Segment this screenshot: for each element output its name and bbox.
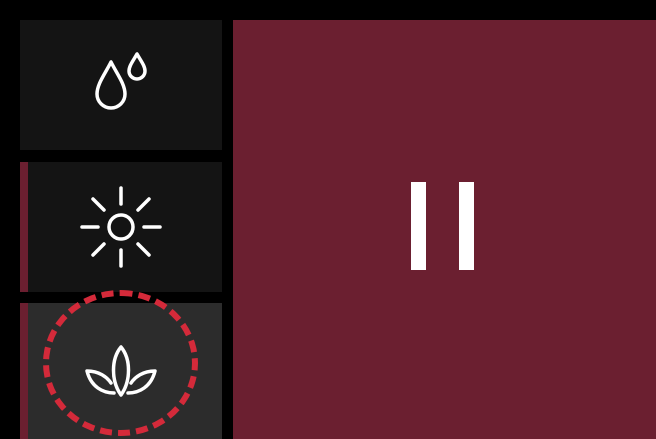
water-drops-icon [91,50,151,120]
lotus-icon [81,341,161,401]
pause-button[interactable] [233,20,656,439]
water-mode-button[interactable] [20,20,222,150]
accent-bar [20,162,28,292]
lotus-mode-button[interactable] [20,303,222,439]
accent-bar [20,303,28,439]
sun-icon [78,184,164,270]
pause-icon [411,182,475,270]
app-screen [0,0,656,439]
pause-bar-right [459,182,474,270]
pause-bar-left [411,182,426,270]
sun-mode-button[interactable] [20,162,222,292]
